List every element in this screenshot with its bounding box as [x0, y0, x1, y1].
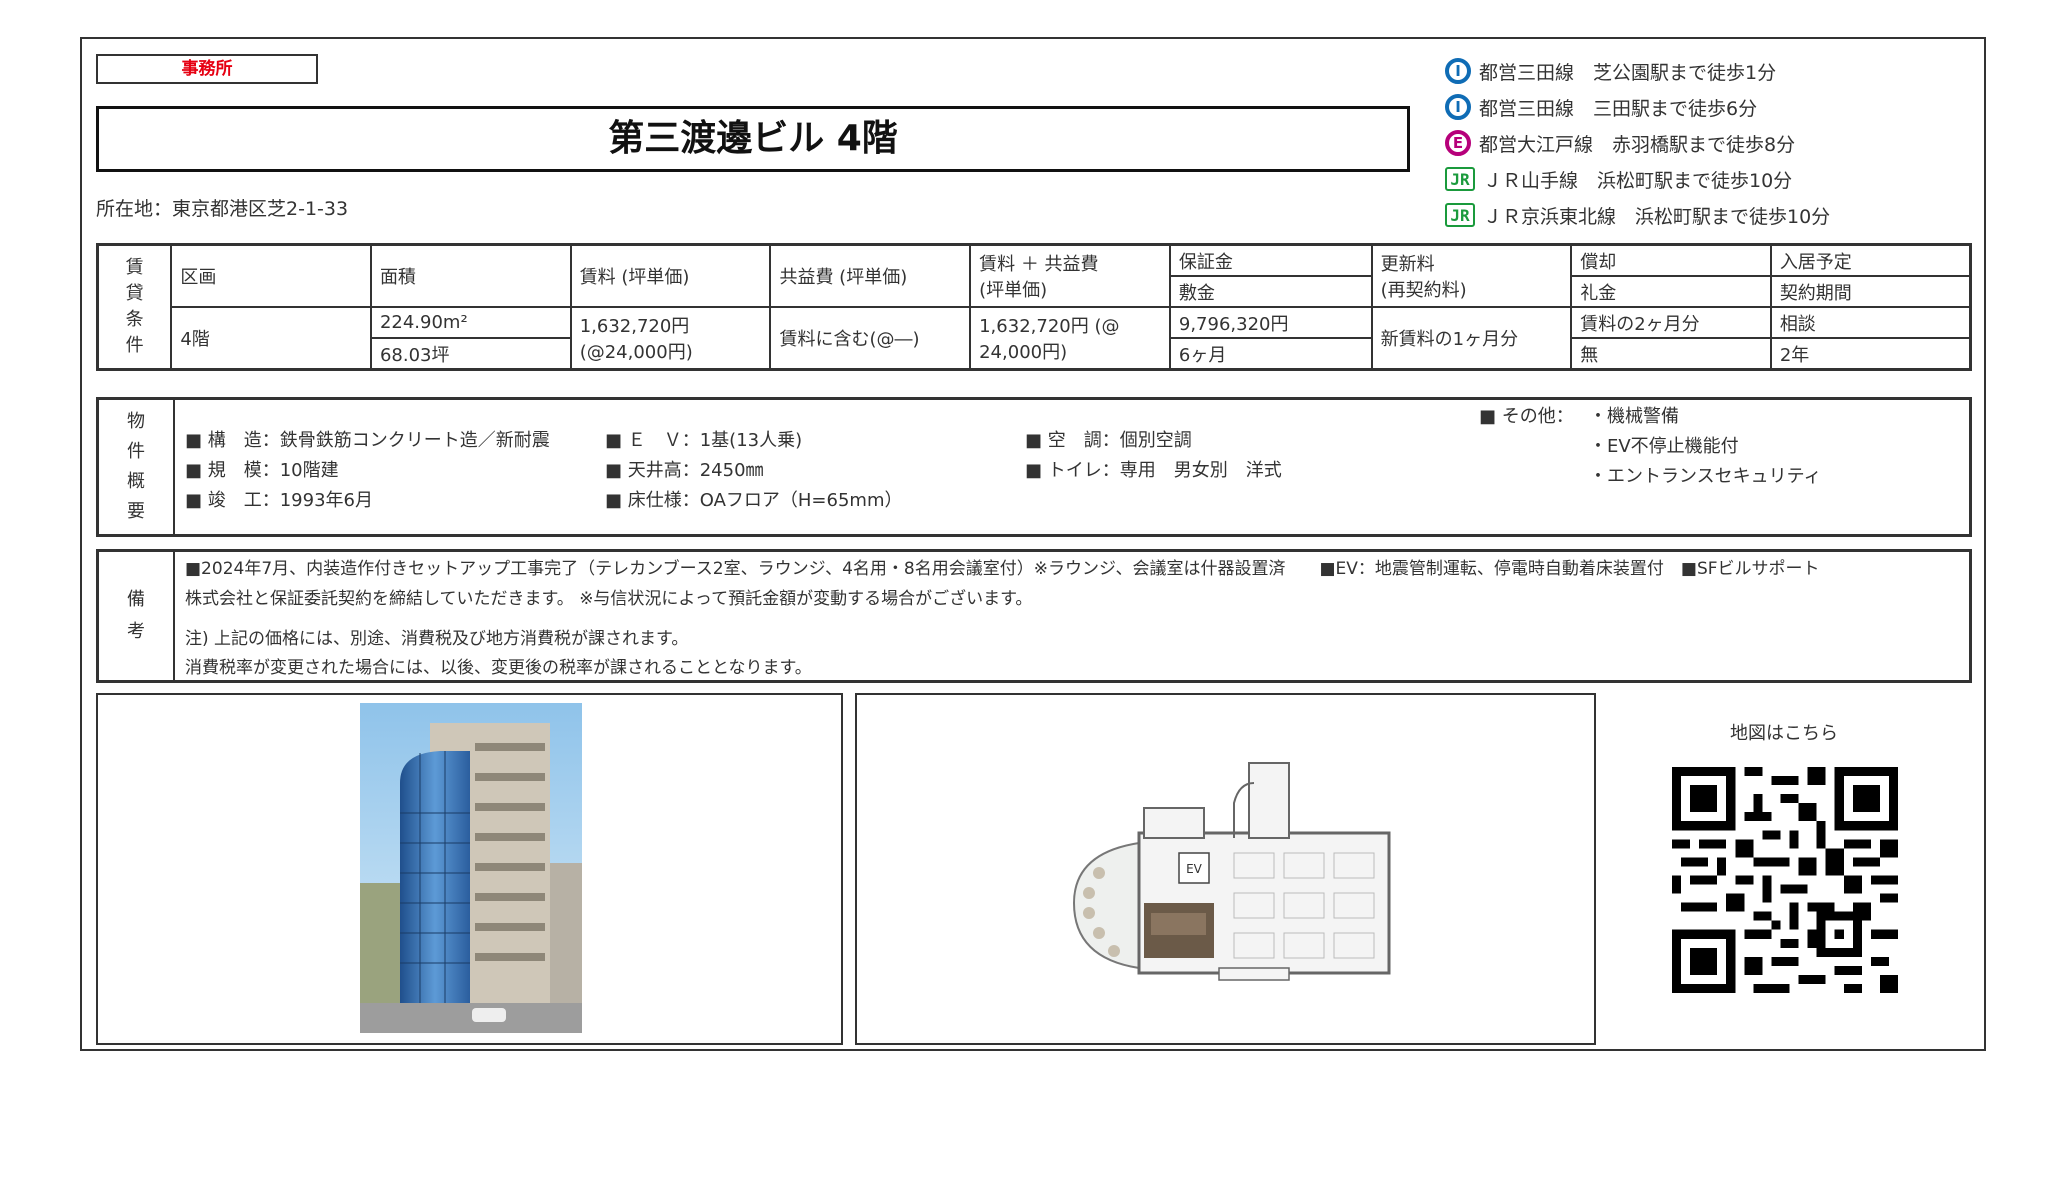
mita-line-icon: I: [1445, 94, 1471, 120]
oedo-line-icon: E: [1445, 130, 1471, 156]
overview-floor: ■ 床仕様：OAフロア（H=65mm）: [605, 490, 903, 511]
overview-other-label: ■ その他：: [1479, 406, 1574, 427]
header-move-in: 入居予定: [1769, 243, 1972, 277]
value-rent: 1,632,720円 (@24,000円): [569, 306, 772, 371]
station-item: E 都営大江戸線 赤羽橋駅まで徒歩8分: [1445, 125, 1965, 161]
station-text: ＪＲ山手線 浜松町駅まで徒歩10分: [1483, 169, 1793, 192]
header-rent: 賃料 (坪単価): [569, 243, 772, 308]
jr-icon: JR: [1445, 167, 1475, 191]
category-tag: 事務所: [96, 54, 318, 84]
value-deposit: 9,796,320円: [1168, 306, 1373, 339]
overview-aircon: ■ 空 調：個別空調: [1025, 430, 1192, 451]
station-text: 都営三田線 芝公園駅まで徒歩1分: [1479, 61, 1777, 84]
station-item: JR ＪＲ山手線 浜松町駅まで徒歩10分: [1445, 161, 1965, 197]
property-sheet: 事務所 第三渡邊ビル 4階 所在地：東京都港区芝2-1-33 I 都営三田線 芝…: [80, 37, 1986, 1051]
building-photo-panel: [96, 693, 843, 1045]
map-label: 地図はこちら: [1730, 723, 1838, 744]
remarks-side-label: 備考: [99, 552, 175, 680]
overview-other-item: ・機械警備: [1589, 406, 1679, 427]
overview-other-item: ・エントランスセキュリティ: [1589, 466, 1822, 487]
station-text: 都営三田線 三田駅まで徒歩6分: [1479, 97, 1758, 120]
header-deposit: 保証金: [1168, 243, 1373, 277]
overview-completion: ■ 竣 工：1993年6月: [185, 490, 373, 511]
rent-table: 賃貸条件 区画 面積 賃料 (坪単価) 共益費 (坪単価) 賃料 ＋ 共益費 (坪…: [96, 243, 1972, 371]
value-area-m2: 224.90m²: [369, 306, 572, 339]
station-text: 都営大江戸線 赤羽橋駅まで徒歩8分: [1479, 133, 1796, 156]
rent-side-label: 賃貸条件: [96, 243, 173, 371]
remarks-line: 株式会社と保証委託契約を締結していただきます。 ※与信状況によって預託金額が変動…: [185, 589, 1033, 609]
station-text: ＪＲ京浜東北線 浜松町駅まで徒歩10分: [1483, 205, 1831, 228]
value-section: 4階: [170, 306, 372, 371]
station-item: I 都営三田線 三田駅まで徒歩6分: [1445, 89, 1965, 125]
value-amortization: 賃料の2ヶ月分: [1570, 306, 1772, 339]
header-area: 面積: [369, 243, 572, 308]
value-renewal: 新賃料の1ヶ月分: [1370, 306, 1573, 371]
address: 所在地：東京都港区芝2-1-33: [96, 198, 349, 220]
overview-box: 物件概要 ■ 構 造：鉄骨鉄筋コンクリート造／新耐震 ■ 規 模：10階建 ■ …: [96, 397, 1972, 537]
value-move-in: 相談: [1769, 306, 1972, 339]
overview-toilet: ■ トイレ：専用 男女別 洋式: [1025, 460, 1282, 481]
remarks-line: 注) 上記の価格には、別途、消費税及び地方消費税が課されます。: [185, 629, 689, 649]
remarks-line: ■2024年7月、内装造作付きセットアップ工事完了（テレカンブース2室、ラウンジ…: [185, 559, 1820, 579]
overview-ceiling: ■ 天井高：2450㎜: [605, 460, 764, 481]
overview-ev: ■ Ｅ Ｖ：1基(13人乗): [605, 430, 803, 451]
remarks-box: 備考 ■2024年7月、内装造作付きセットアップ工事完了（テレカンブース2室、ラ…: [96, 549, 1972, 683]
floorplan-panel: EV: [855, 693, 1596, 1045]
header-common: 共益費 (坪単価): [769, 243, 972, 308]
floorplan-drawing: EV: [1072, 762, 1391, 981]
building-photo: [360, 703, 582, 1033]
header-contract: 契約期間: [1769, 275, 1972, 308]
header-renewal: 更新料 (再契約料): [1370, 243, 1573, 308]
jr-icon: JR: [1445, 203, 1475, 227]
station-list: I 都営三田線 芝公園駅まで徒歩1分 I 都営三田線 三田駅まで徒歩6分 E 都…: [1445, 53, 1965, 233]
overview-other-item: ・EV不停止機能付: [1589, 436, 1739, 457]
value-shikikin: 6ヶ月: [1168, 337, 1373, 371]
header-amortization: 償却: [1570, 243, 1772, 277]
ev-label: EV: [1186, 862, 1203, 876]
value-key-money: 無: [1570, 337, 1772, 371]
mita-line-icon: I: [1445, 58, 1471, 84]
header-total: 賃料 ＋ 共益費 (坪単価): [969, 243, 1171, 308]
remarks-line: 消費税率が変更された場合には、以後、変更後の税率が課されることとなります。: [185, 658, 812, 678]
value-contract: 2年: [1769, 337, 1972, 371]
station-item: I 都営三田線 芝公園駅まで徒歩1分: [1445, 53, 1965, 89]
value-common: 賃料に含む(@―): [769, 306, 972, 371]
page-title: 第三渡邊ビル 4階: [96, 106, 1410, 172]
map-qr-code[interactable]: [1672, 767, 1898, 993]
value-area-tsubo: 68.03坪: [369, 337, 572, 371]
station-item: JR ＪＲ京浜東北線 浜松町駅まで徒歩10分: [1445, 197, 1965, 233]
overview-side-label: 物件概要: [99, 400, 175, 534]
overview-structure: ■ 構 造：鉄骨鉄筋コンクリート造／新耐震: [185, 430, 550, 451]
overview-scale: ■ 規 模：10階建: [185, 460, 339, 481]
header-key-money: 礼金: [1570, 275, 1772, 308]
header-section: 区画: [170, 243, 372, 308]
value-total: 1,632,720円 (@ 24,000円): [969, 306, 1171, 371]
header-shikikin: 敷金: [1168, 275, 1373, 308]
